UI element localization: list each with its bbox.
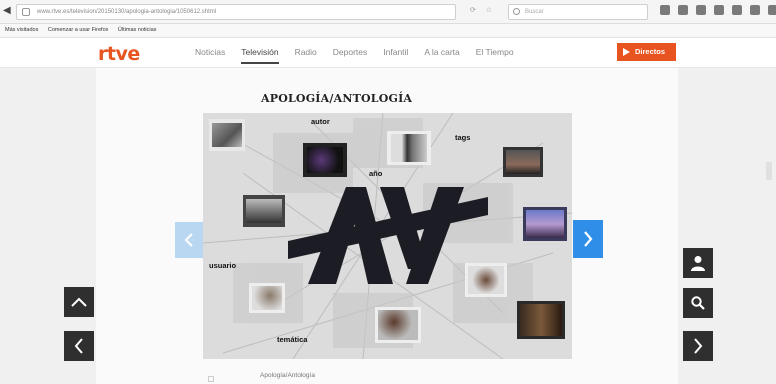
download-icon[interactable] <box>714 5 724 15</box>
interactive-collage[interactable]: autor tags año usuario temática <box>203 113 572 359</box>
bookmark-item[interactable]: Últimas noticias <box>118 27 157 33</box>
browser-toolbar-icons <box>660 5 776 15</box>
back-arrow-icon[interactable]: ◀ <box>3 5 13 17</box>
thumbnail-tile[interactable] <box>209 119 245 151</box>
pocket-icon[interactable] <box>696 5 706 15</box>
thumbnail-tile[interactable] <box>303 143 347 177</box>
back-button[interactable] <box>64 331 94 361</box>
bookmarks-bar: Más visitados Comenzar a usar Firefox Úl… <box>0 24 776 38</box>
nav-item-radio[interactable]: Radio <box>295 47 317 64</box>
thumbnail-tile[interactable] <box>249 283 285 313</box>
thumbnail-tile[interactable] <box>375 307 421 343</box>
rtve-logo[interactable]: rtve <box>98 43 140 65</box>
collage-word-tags[interactable]: tags <box>455 133 470 142</box>
caption-text: Apología/Antología <box>260 372 315 379</box>
play-icon <box>623 48 630 56</box>
reload-icon[interactable]: ⟳ ☆ <box>470 6 496 14</box>
bookmark-star-icon[interactable] <box>660 5 670 15</box>
thumbnail-tile[interactable] <box>503 147 543 177</box>
nav-item-noticias[interactable]: Noticias <box>195 47 225 64</box>
nav-item-television[interactable]: Televisión <box>241 47 279 64</box>
nav-item-el-tiempo[interactable]: El Tiempo <box>476 47 514 64</box>
av-logo <box>288 187 488 284</box>
address-text: www.rtve.es/television/20150130/apologia… <box>37 9 217 15</box>
address-bar[interactable]: www.rtve.es/television/20150130/apologia… <box>16 4 456 20</box>
nav-item-deportes[interactable]: Deportes <box>333 47 368 64</box>
thumbnail-tile[interactable] <box>523 207 567 241</box>
thumbnail-tile[interactable] <box>517 301 565 339</box>
chevron-right-icon <box>584 231 593 247</box>
caption-icon <box>208 376 214 382</box>
collage-word-tematica[interactable]: temática <box>277 335 307 344</box>
menu-icon[interactable] <box>768 5 776 15</box>
directos-label: Directos <box>635 47 666 56</box>
thumbnail-tile[interactable] <box>387 131 431 165</box>
search-button[interactable] <box>683 288 713 318</box>
user-button[interactable] <box>683 248 713 278</box>
chevron-left-icon <box>184 233 193 247</box>
bookmark-item[interactable]: Más visitados <box>5 27 38 33</box>
carousel-next-button[interactable] <box>573 220 603 258</box>
page-title: APOLOGÍA/ANTOLOGÍA <box>261 92 413 105</box>
scroll-up-button[interactable] <box>64 287 94 317</box>
thumbnail-image <box>378 310 418 340</box>
thumbnail-image <box>391 134 427 162</box>
info-icon[interactable] <box>22 8 30 16</box>
thumbnail-image <box>520 304 562 336</box>
forward-button[interactable] <box>683 331 713 361</box>
thumbnail-image <box>526 210 564 238</box>
addon-icon[interactable] <box>750 5 760 15</box>
thumbnail-tile[interactable] <box>243 195 285 227</box>
nav-item-a-la-carta[interactable]: A la carta <box>424 47 459 64</box>
bookmark-item[interactable]: Comenzar a usar Firefox <box>48 27 109 33</box>
chevron-left-icon <box>74 338 83 354</box>
browser-toolbar: ◀ www.rtve.es/television/20150130/apolog… <box>0 0 776 24</box>
thumbnail-image <box>252 286 282 310</box>
thumbnail-image <box>307 147 343 173</box>
thumbnail-image <box>506 150 540 174</box>
carousel-prev-button[interactable] <box>175 222 203 258</box>
collage-word-autor[interactable]: autor <box>311 117 330 126</box>
chevron-up-icon <box>71 297 87 307</box>
directos-button[interactable]: Directos <box>617 43 676 61</box>
search-icon <box>691 296 705 310</box>
chevron-right-icon <box>694 338 703 354</box>
main-nav: Noticias Televisión Radio Deportes Infan… <box>195 47 530 64</box>
thumbnail-image <box>212 123 242 147</box>
thumbnail-image <box>246 199 282 223</box>
search-icon <box>513 8 520 15</box>
nav-item-infantil[interactable]: Infantil <box>383 47 408 64</box>
user-icon <box>691 256 705 271</box>
search-placeholder: Buscar <box>525 9 544 15</box>
collage-word-anio[interactable]: año <box>369 169 382 178</box>
search-input[interactable]: Buscar <box>508 4 648 20</box>
site-header: rtve Noticias Televisión Radio Deportes … <box>0 38 776 68</box>
reading-list-icon[interactable] <box>678 5 688 15</box>
collage-word-usuario[interactable]: usuario <box>209 261 236 270</box>
scrollbar[interactable] <box>766 162 772 180</box>
home-icon[interactable] <box>732 5 742 15</box>
